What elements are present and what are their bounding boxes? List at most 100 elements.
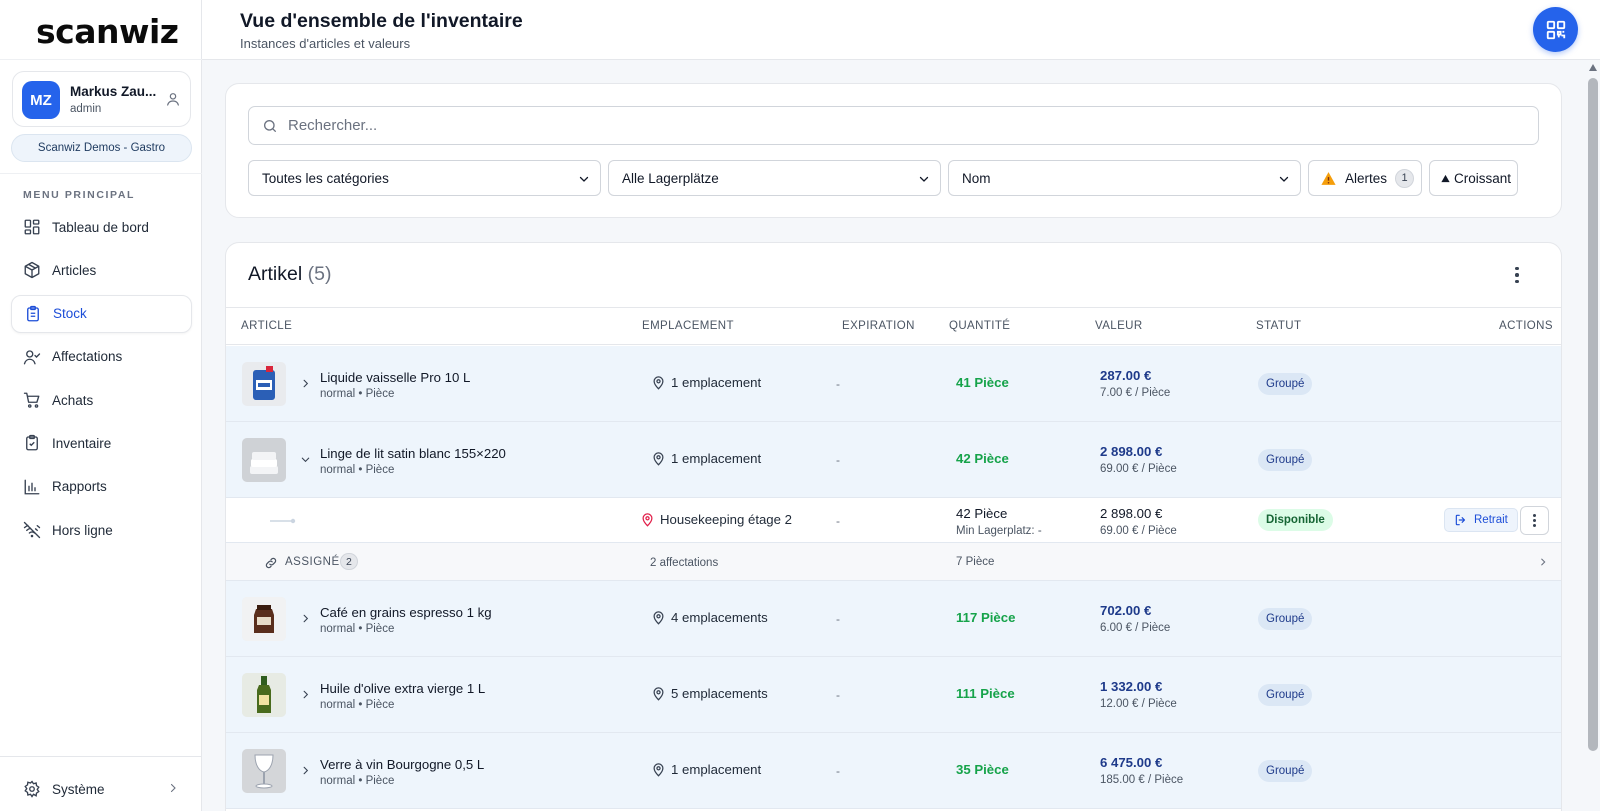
column-header-actions: ACTIONS bbox=[1499, 320, 1553, 332]
divider bbox=[0, 756, 202, 757]
chevron-right-icon[interactable] bbox=[300, 613, 311, 624]
item-expiration: - bbox=[836, 612, 840, 626]
nav-item-rapports[interactable]: Rapports bbox=[11, 468, 192, 506]
chevron-right-icon[interactable] bbox=[1538, 557, 1548, 567]
table-row[interactable]: Liquide vaisselle Pro 10 L normal • Pièc… bbox=[226, 346, 1561, 422]
item-name[interactable]: Verre à vin Bourgogne 0,5 L bbox=[320, 757, 484, 772]
organization-selector[interactable]: Scanwiz Demos - Gastro bbox=[11, 134, 192, 162]
status-badge-available: Disponible bbox=[1258, 509, 1333, 531]
page-title: Vue d'ensemble de l'inventaire bbox=[240, 10, 523, 32]
alerts-button[interactable]: Alertes 1 bbox=[1308, 160, 1422, 196]
nav-item-achats[interactable]: Achats bbox=[11, 381, 192, 419]
item-location-text: 1 emplacement bbox=[671, 451, 762, 466]
search-box[interactable] bbox=[248, 106, 1539, 145]
nav-item-articles[interactable]: Articles bbox=[11, 251, 192, 289]
column-header-article[interactable]: ARTICLE bbox=[241, 320, 292, 332]
item-name[interactable]: Liquide vaisselle Pro 10 L bbox=[320, 370, 470, 385]
triangle-up-icon bbox=[1441, 174, 1450, 182]
nav-item-hors-ligne[interactable]: Hors ligne bbox=[11, 511, 192, 549]
item-value: 702.00 € bbox=[1100, 603, 1152, 618]
gear-icon bbox=[24, 780, 40, 798]
map-pin-icon bbox=[653, 376, 664, 390]
chevron-down-icon bbox=[919, 176, 929, 182]
item-value: 6 475.00 € bbox=[1100, 755, 1163, 770]
item-unit-value: 7.00 € / Pièce bbox=[1100, 387, 1171, 399]
dashboard-icon bbox=[24, 219, 40, 235]
instance-location-text: Housekeeping étage 2 bbox=[660, 512, 792, 527]
assigned-label: ASSIGNÉ bbox=[285, 556, 340, 568]
chevron-down-icon[interactable] bbox=[300, 454, 311, 465]
alerts-label: Alertes bbox=[1345, 170, 1388, 186]
nav-item-systeme[interactable]: Système bbox=[23, 780, 179, 798]
chevron-down-icon bbox=[579, 176, 589, 182]
instance-quantity: 42 Pièce bbox=[956, 506, 1008, 521]
column-header-status[interactable]: STATUT bbox=[1256, 320, 1301, 332]
wifi-off-icon bbox=[23, 521, 41, 539]
user-icon[interactable] bbox=[165, 91, 181, 107]
table-options-button[interactable] bbox=[1509, 265, 1525, 285]
chevron-right-icon[interactable] bbox=[300, 689, 311, 700]
chevron-right-icon[interactable] bbox=[300, 765, 311, 776]
location-select[interactable]: Alle Lagerplätze bbox=[608, 160, 941, 196]
item-expiration: - bbox=[836, 453, 840, 467]
instance-location: Housekeeping étage 2 bbox=[640, 512, 792, 527]
retrait-button[interactable]: Retrait bbox=[1444, 508, 1518, 532]
column-header-quantity[interactable]: QUANTITÉ bbox=[949, 320, 1010, 332]
nav-label: Articles bbox=[52, 262, 97, 278]
table-row[interactable]: Linge de lit satin blanc 155×220 normal … bbox=[226, 422, 1561, 498]
instance-more-button[interactable] bbox=[1520, 506, 1549, 535]
item-location: 1 emplacement bbox=[651, 375, 761, 390]
item-name[interactable]: Café en grains espresso 1 kg bbox=[320, 605, 492, 620]
item-quantity: 117 Pièce bbox=[956, 610, 1016, 625]
item-value: 2 898.00 € bbox=[1100, 444, 1163, 459]
sort-field-select[interactable]: Nom bbox=[948, 160, 1301, 196]
table-row[interactable]: Huile d'olive extra vierge 1 L normal • … bbox=[226, 657, 1561, 733]
search-input[interactable] bbox=[288, 117, 1488, 134]
qr-scan-button[interactable] bbox=[1533, 7, 1578, 52]
clipboard-icon bbox=[27, 305, 39, 322]
location-instance-row[interactable]: Housekeeping étage 2 - 42 Pièce Min Lage… bbox=[226, 498, 1561, 543]
assigned-quantity: 7 Pièce bbox=[956, 556, 995, 568]
nav-item-affectations[interactable]: Affectations bbox=[11, 338, 192, 376]
sidebar: scanwiz MZ Markus Zau... admin Scanwiz D… bbox=[0, 0, 202, 811]
item-name[interactable]: Huile d'olive extra vierge 1 L bbox=[320, 681, 485, 696]
sort-order-label: Croissant bbox=[1454, 170, 1512, 186]
item-name[interactable]: Linge de lit satin blanc 155×220 bbox=[320, 446, 506, 461]
table-title: Artikel (5) bbox=[248, 263, 331, 286]
item-quantity: 42 Pièce bbox=[956, 451, 1009, 466]
item-location-text: 1 emplacement bbox=[671, 375, 762, 390]
product-thumbnail bbox=[242, 597, 286, 641]
assigned-row[interactable]: ASSIGNÉ 2 2 affectations 7 Pièce bbox=[226, 543, 1561, 581]
status-badge: Groupé bbox=[1258, 449, 1313, 471]
column-header-location[interactable]: EMPLACEMENT bbox=[642, 320, 734, 332]
nav-item-stock[interactable]: Stock bbox=[11, 294, 192, 333]
table-row[interactable]: Café en grains espresso 1 kg normal • Pi… bbox=[226, 581, 1561, 657]
nav-item-inventaire[interactable]: Inventaire bbox=[11, 424, 192, 462]
item-location: 5 emplacements bbox=[651, 686, 768, 701]
item-value: 1 332.00 € bbox=[1100, 679, 1163, 694]
item-expiration: - bbox=[836, 764, 840, 778]
column-header-value[interactable]: VALEUR bbox=[1095, 320, 1143, 332]
scrollbar-thumb[interactable] bbox=[1588, 78, 1598, 751]
category-select-value: Toutes les catégories bbox=[262, 170, 389, 186]
item-meta: normal • Pièce bbox=[320, 464, 395, 476]
nav-label: Système bbox=[52, 781, 105, 797]
column-header-expiration[interactable]: EXPIRATION bbox=[842, 320, 915, 332]
category-select[interactable]: Toutes les catégories bbox=[248, 160, 601, 196]
user-card[interactable]: MZ Markus Zau... admin bbox=[12, 71, 191, 127]
map-pin-icon bbox=[653, 687, 664, 701]
table-row[interactable]: Verre à vin Bourgogne 0,5 L normal • Piè… bbox=[226, 733, 1561, 809]
scroll-up-arrow[interactable] bbox=[1589, 64, 1597, 71]
nav-item-dashboard[interactable]: Tableau de bord bbox=[11, 208, 192, 246]
chevron-right-icon[interactable] bbox=[300, 378, 311, 389]
item-meta: normal • Pièce bbox=[320, 388, 395, 400]
item-location: 1 emplacement bbox=[651, 762, 761, 777]
item-quantity: 41 Pièce bbox=[956, 375, 1009, 390]
divider bbox=[0, 173, 202, 174]
scanwiz-logo[interactable]: scanwiz bbox=[36, 12, 179, 51]
item-location-text: 5 emplacements bbox=[671, 686, 768, 701]
status-badge: Groupé bbox=[1258, 608, 1313, 630]
nav-label: Hors ligne bbox=[52, 522, 113, 538]
sort-order-button[interactable]: Croissant bbox=[1429, 160, 1518, 196]
divider bbox=[0, 59, 202, 60]
